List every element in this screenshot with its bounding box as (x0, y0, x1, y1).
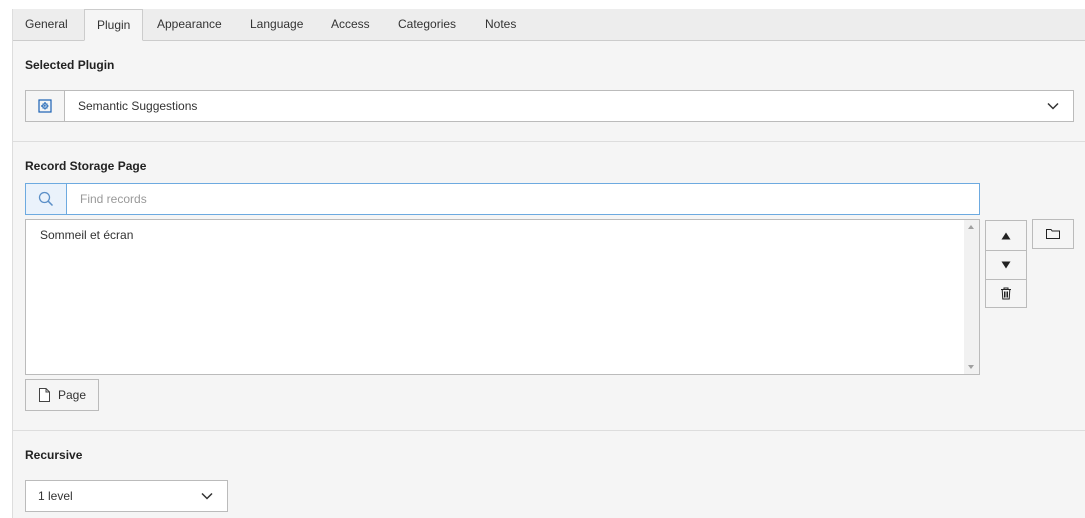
move-up-button[interactable] (986, 221, 1026, 250)
search-icon (26, 184, 67, 214)
tab-notes[interactable]: Notes (473, 9, 528, 41)
search-input[interactable] (68, 184, 978, 214)
recursive-select[interactable]: 1 level (25, 480, 228, 512)
divider (13, 141, 1085, 142)
plugin-icon (26, 91, 65, 121)
page-button-label: Page (58, 388, 87, 402)
record-storage-label: Record Storage Page (25, 159, 147, 173)
scrollbar[interactable] (964, 220, 979, 374)
recursive-select-value: 1 level (38, 489, 73, 503)
selected-plugin-label: Selected Plugin (25, 58, 115, 72)
tab-language[interactable]: Language (238, 9, 315, 41)
list-item[interactable]: Sommeil et écran (40, 228, 133, 242)
browse-folder-button[interactable] (1032, 219, 1074, 249)
recursive-label: Recursive (25, 448, 83, 462)
record-list[interactable]: Sommeil et écran (25, 219, 980, 375)
scroll-up-icon[interactable] (968, 225, 974, 229)
page-icon (39, 388, 50, 402)
divider (13, 430, 1085, 431)
tab-plugin[interactable]: Plugin (84, 9, 144, 41)
record-search (25, 183, 980, 215)
record-controls (985, 220, 1027, 308)
tab-bar: General Plugin Appearance Language Acces… (13, 9, 1085, 41)
delete-button[interactable] (986, 279, 1026, 308)
tab-access[interactable]: Access (319, 9, 382, 41)
move-down-icon (1001, 261, 1011, 268)
chevron-down-icon (201, 492, 213, 500)
plugin-select[interactable]: Semantic Suggestions (25, 90, 1074, 122)
move-down-button[interactable] (986, 250, 1026, 279)
add-page-button[interactable]: Page (25, 379, 99, 411)
tab-general[interactable]: General (13, 9, 80, 41)
tab-categories[interactable]: Categories (386, 9, 468, 41)
scroll-down-icon[interactable] (968, 365, 974, 369)
trash-icon (1001, 287, 1011, 300)
form-panel: General Plugin Appearance Language Acces… (12, 9, 1085, 518)
chevron-down-icon (1047, 102, 1059, 110)
tab-appearance[interactable]: Appearance (145, 9, 234, 41)
folder-icon (1046, 229, 1060, 239)
move-up-icon (1001, 232, 1011, 239)
plugin-select-value: Semantic Suggestions (78, 99, 198, 113)
